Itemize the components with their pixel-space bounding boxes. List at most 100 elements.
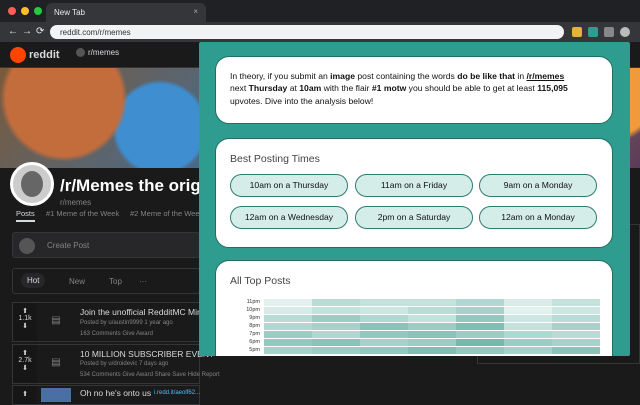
back-icon[interactable]: ← [8, 26, 18, 37]
post-title[interactable]: 10 MILLION SUBSCRIBER EVENT [80, 349, 214, 359]
heatmap-cell[interactable] [264, 315, 312, 323]
post-actions[interactable]: 534 Comments Give Award Share Save Hide … [80, 372, 220, 378]
analysis-panel: In theory, if you submit an image post c… [199, 42, 630, 356]
heatmap-cell[interactable] [552, 331, 600, 339]
heatmap-cell[interactable] [360, 299, 408, 307]
time-pill[interactable]: 12am on a Monday [479, 206, 597, 229]
sort-more[interactable]: ··· [139, 277, 147, 286]
close-window-icon[interactable] [8, 7, 16, 15]
heatmap-cell[interactable] [264, 347, 312, 355]
browser-tab[interactable]: New Tab × [46, 3, 206, 22]
post-actions[interactable]: 163 Comments Give Award [80, 331, 153, 337]
heatmap-cell[interactable] [504, 339, 552, 347]
heatmap-cell[interactable] [552, 347, 600, 355]
sort-top[interactable]: Top [109, 277, 122, 286]
time-pill[interactable]: 12am on a Wednesday [230, 206, 348, 229]
time-pill[interactable]: 2pm on a Saturday [355, 206, 473, 229]
heatmap-cell[interactable] [312, 347, 360, 355]
downvote-icon[interactable]: ⬇ [13, 322, 37, 330]
heatmap-cell[interactable] [552, 307, 600, 315]
heatmap-cell[interactable] [552, 339, 600, 347]
heatmap-cell[interactable] [456, 299, 504, 307]
tab-meme-of-week-1[interactable]: #1 Meme of the Week [46, 209, 119, 218]
heatmap-cell[interactable] [312, 307, 360, 315]
tab-close-icon[interactable]: × [193, 7, 198, 16]
address-bar[interactable]: reddit.com/r/memes [50, 25, 564, 39]
window-controls [8, 7, 42, 15]
heatmap-cell[interactable] [408, 299, 456, 307]
heatmap-cell[interactable] [312, 331, 360, 339]
heatmap-cell[interactable] [312, 339, 360, 347]
heatmap-cell[interactable] [312, 323, 360, 331]
extension-icon[interactable] [572, 27, 582, 37]
tab-title: New Tab [54, 8, 85, 17]
heatmap-cell[interactable] [408, 331, 456, 339]
heatmap-cell[interactable] [504, 315, 552, 323]
upvote-icon[interactable]: ⬆ [13, 349, 37, 357]
heatmap-cell[interactable] [360, 339, 408, 347]
heatmap-row-label: 9pm [249, 315, 260, 321]
extensions-puzzle-icon[interactable] [604, 27, 614, 37]
heatmap-cell[interactable] [360, 315, 408, 323]
heatmap-cell[interactable] [456, 307, 504, 315]
browser-tabstrip: New Tab × [0, 0, 640, 22]
heatmap-cell[interactable] [408, 323, 456, 331]
create-post-box[interactable]: Create Post [12, 232, 200, 258]
heatmap-cell[interactable] [552, 323, 600, 331]
minimize-window-icon[interactable] [21, 7, 29, 15]
heatmap-cell[interactable] [360, 323, 408, 331]
time-pill[interactable]: 10am on a Thursday [230, 174, 348, 197]
all-top-posts-card: All Top Posts 11pm 10pm 9pm 8pm 7pm 6pm 5pm [215, 260, 613, 356]
heatmap-cell[interactable] [504, 299, 552, 307]
time-pill[interactable]: 11am on a Friday [355, 174, 473, 197]
forward-icon[interactable]: → [22, 26, 32, 37]
heatmap-cell[interactable] [456, 315, 504, 323]
heatmap-cell[interactable] [312, 315, 360, 323]
tab-posts[interactable]: Posts [16, 209, 35, 222]
heatmap-row-label: 6pm [249, 339, 260, 345]
heatmap-cell[interactable] [504, 307, 552, 315]
post-title[interactable]: Oh no he's onto us [80, 388, 151, 398]
heatmap-cell[interactable] [504, 331, 552, 339]
create-post-input[interactable]: Create Post [47, 241, 89, 250]
heatmap-cell[interactable] [456, 323, 504, 331]
subreddit-link[interactable]: /r/memes [526, 71, 564, 81]
extension-icon[interactable] [588, 27, 598, 37]
heatmap-cell[interactable] [408, 307, 456, 315]
heatmap-cell[interactable] [408, 315, 456, 323]
heatmap-cell[interactable] [360, 331, 408, 339]
reddit-logo-icon[interactable] [10, 47, 26, 63]
time-pill[interactable]: 9am on a Monday [479, 174, 597, 197]
maximize-window-icon[interactable] [34, 7, 42, 15]
heatmap-cell[interactable] [408, 339, 456, 347]
heatmap-cell[interactable] [264, 323, 312, 331]
post-link[interactable]: i.redd.it/aeolf62... [154, 390, 200, 396]
upvote-icon[interactable]: ⬆ [13, 307, 37, 315]
heatmap-cell[interactable] [264, 331, 312, 339]
heatmap-cell[interactable] [312, 299, 360, 307]
heatmap-cell[interactable] [360, 347, 408, 355]
upvote-icon[interactable]: ⬆ [13, 390, 37, 398]
heatmap-cell[interactable] [408, 347, 456, 355]
heatmap-cell[interactable] [264, 307, 312, 315]
sort-new[interactable]: New [69, 277, 85, 286]
tab-meme-of-week-2[interactable]: #2 Meme of the Week [130, 209, 203, 218]
heatmap-cell[interactable] [456, 339, 504, 347]
heatmap-cell[interactable] [552, 299, 600, 307]
heatmap-cell[interactable] [264, 299, 312, 307]
heatmap-cell[interactable] [552, 315, 600, 323]
heatmap-cell[interactable] [504, 323, 552, 331]
sort-hot[interactable]: Hot [21, 273, 46, 288]
post-meta: Posted by u/droidevic 7 days ago [80, 361, 169, 367]
reload-icon[interactable]: ⟳ [36, 26, 44, 37]
heatmap-cell[interactable] [360, 307, 408, 315]
heatmap-cell[interactable] [504, 347, 552, 355]
heatmap-cell[interactable] [264, 339, 312, 347]
downvote-icon[interactable]: ⬇ [13, 364, 37, 372]
community-dropdown[interactable]: r/memes [76, 48, 119, 58]
heatmap-cell[interactable] [456, 331, 504, 339]
post-title[interactable]: Join the unofficial RedditMC Min [80, 307, 202, 317]
heatmap-cell[interactable] [456, 347, 504, 355]
reddit-logo-text[interactable]: reddit [29, 49, 60, 61]
profile-icon[interactable] [620, 27, 630, 37]
